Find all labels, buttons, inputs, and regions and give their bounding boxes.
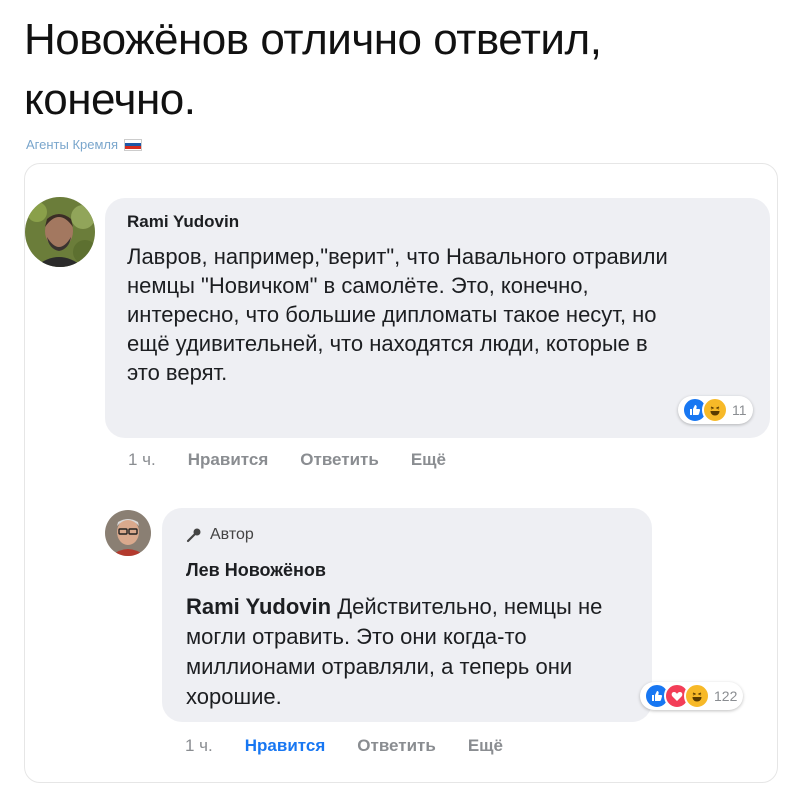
comment-actions: 1 ч. Нравится Ответить Ещё (128, 450, 446, 470)
more-button[interactable]: Ещё (468, 736, 503, 756)
reply-button[interactable]: Ответить (357, 736, 436, 756)
comment-time[interactable]: 1 ч. (128, 450, 156, 470)
author-badge-label: Автор (210, 526, 254, 543)
reactions-summary[interactable]: 11 (678, 396, 753, 424)
like-button[interactable]: Нравится (188, 450, 269, 470)
more-button[interactable]: Ещё (411, 450, 446, 470)
source-name: Агенты Кремля (26, 137, 119, 152)
reply-bubble[interactable]: Автор Лев Новожёнов Rami Yudovin Действи… (162, 508, 652, 722)
source-label: Агенты Кремля (26, 137, 143, 152)
avatar-photo-icon (105, 510, 151, 556)
reaction-count: 11 (732, 402, 747, 418)
like-button[interactable]: Нравится (245, 736, 326, 756)
haha-icon (702, 397, 728, 423)
avatar[interactable] (105, 510, 151, 556)
reactions-summary[interactable]: 122 (640, 682, 744, 710)
author-badge: Автор (186, 526, 254, 544)
reply-actions: 1 ч. Нравится Ответить Ещё (185, 736, 503, 756)
comment-bubble[interactable]: Rami Yudovin Лавров, например,"верит", ч… (105, 198, 770, 438)
comment-author[interactable]: Лев Новожёнов (186, 560, 326, 581)
comment-text: Лавров, например,"верит", что Навального… (127, 244, 668, 385)
reaction-count: 122 (714, 688, 738, 704)
microphone-icon (186, 528, 201, 543)
avatar[interactable] (25, 197, 95, 267)
comment-author[interactable]: Rami Yudovin (127, 212, 239, 232)
mention-link[interactable]: Rami Yudovin (186, 594, 331, 619)
reply-button[interactable]: Ответить (300, 450, 379, 470)
comment-text: Rami Yudovin Действительно, немцы не мог… (186, 592, 636, 712)
haha-icon (684, 683, 710, 709)
comment-time[interactable]: 1 ч. (185, 736, 213, 756)
headline: Новожёнов отлично ответил, конечно. (24, 15, 602, 124)
avatar-photo-icon (25, 197, 95, 267)
russian-flag-icon (124, 138, 143, 151)
